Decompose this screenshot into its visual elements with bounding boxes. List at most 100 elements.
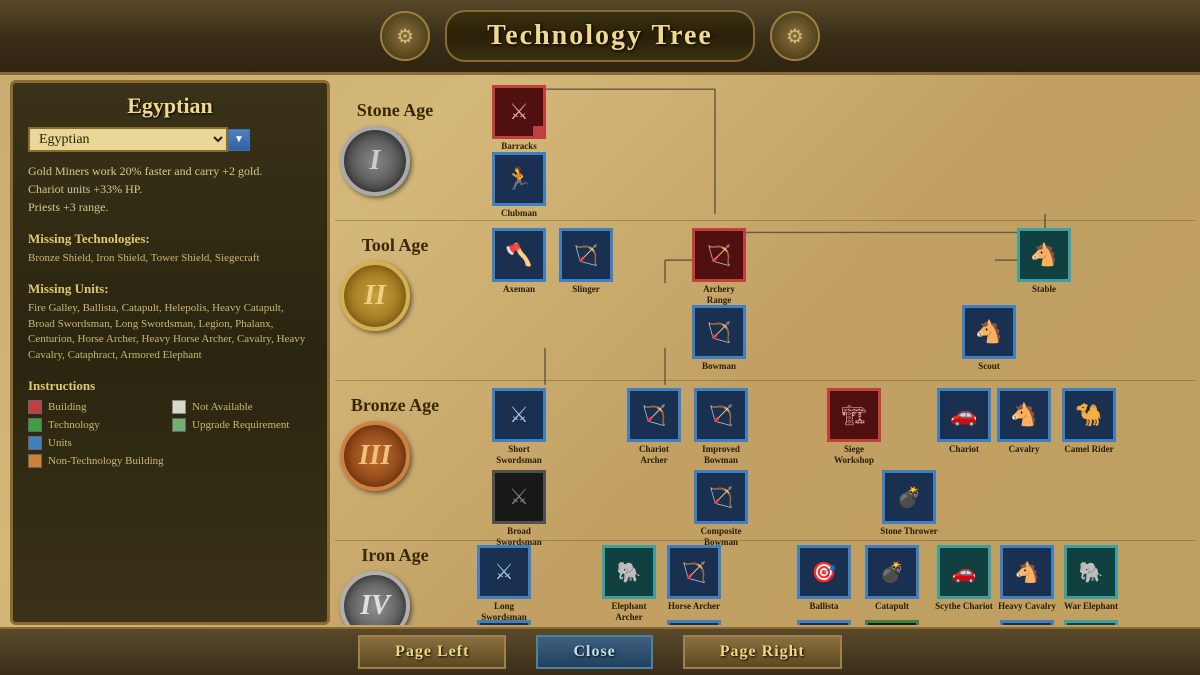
node-camel-rider[interactable]: 🐪 Camel Rider <box>1060 388 1118 455</box>
node-elephant-archer[interactable]: 🐘 Elephant Archer <box>600 545 658 623</box>
legend-nontech-label: Non-Technology Building <box>48 455 164 467</box>
node-war-elephant[interactable]: 🐘 War Elephant <box>1062 545 1120 612</box>
war-elephant-icon[interactable]: 🐘 <box>1064 545 1118 599</box>
siege-workshop-label: Siege Workshop <box>825 444 883 466</box>
node-scout[interactable]: 🐴 Scout <box>960 305 1018 372</box>
axeman-label: Axeman <box>503 284 535 295</box>
ornament-left: ⚙ <box>380 11 430 61</box>
cavalry-label: Cavalry <box>1009 444 1040 455</box>
siege-workshop-icon[interactable]: 🏗 <box>827 388 881 442</box>
broad-sword-icon[interactable]: ⚔ <box>492 470 546 524</box>
node-stone-thrower[interactable]: 💣 Stone Thrower <box>880 470 938 537</box>
legion-icon[interactable]: ⚔ <box>477 620 531 625</box>
cataphract-icon[interactable]: 🐴 <box>1000 620 1054 625</box>
stable-icon[interactable]: 🐴 <box>1017 228 1071 282</box>
catapult-icon[interactable]: 💣 <box>865 545 919 599</box>
node-cavalry[interactable]: 🐴 Cavalry <box>995 388 1053 455</box>
node-clubman[interactable]: 🏃 Clubman <box>490 152 548 219</box>
heavy-cavalry-icon[interactable]: 🐴 <box>1000 545 1054 599</box>
node-catapult[interactable]: 💣 Catapult <box>863 545 921 612</box>
node-legion[interactable]: ⚔ Legion <box>475 620 533 625</box>
scout-icon[interactable]: 🐴 <box>962 305 1016 359</box>
chariot-label: Chariot <box>949 444 979 455</box>
node-heavy-horse-archer[interactable]: 🏹 Heavy Horse Archer <box>665 620 723 625</box>
node-cataphract[interactable]: 🐴 Cataphract <box>998 620 1056 625</box>
civ-select[interactable]: Egyptian <box>28 127 228 152</box>
node-ballista[interactable]: 🎯 Ballista <box>795 545 853 612</box>
legend-technology-color <box>28 418 42 432</box>
legend-upgrade-color <box>172 418 186 432</box>
bronze-age-row: Bronze Age III ⚔ Short Swordsman 🏹 Chari… <box>335 380 1195 540</box>
node-chariot[interactable]: 🚗 Chariot <box>935 388 993 455</box>
page-title: Technology Tree <box>487 20 713 52</box>
clubman-label: Clubman <box>501 208 537 219</box>
node-stable[interactable]: 🐴 Stable <box>1015 228 1073 295</box>
node-long-sword[interactable]: ⚔ Long Swordsman <box>475 545 533 623</box>
horse-archer-icon[interactable]: 🏹 <box>667 545 721 599</box>
chariot-archer-icon[interactable]: 🏹 <box>627 388 681 442</box>
missing-tech-list: Bronze Shield, Iron Shield, Tower Shield… <box>28 251 312 266</box>
node-heavy-catapult[interactable]: 💣 Heavy Catapult <box>863 620 921 625</box>
civ-title: Egyptian <box>28 93 312 119</box>
node-scythe-chariot[interactable]: 🚗 Scythe Chariot <box>935 545 993 612</box>
node-bowman[interactable]: 🏹 Bowman <box>690 305 748 372</box>
legend-not-available-label: Not Available <box>192 401 253 413</box>
node-chariot-archer[interactable]: 🏹 Chariot Archer <box>625 388 683 466</box>
node-archery-range[interactable]: 🏹 Archery Range <box>690 228 748 306</box>
bowman-label: Bowman <box>702 361 736 372</box>
composite-bowman-icon[interactable]: 🏹 <box>694 470 748 524</box>
node-armored-elephant[interactable]: 🐘 Armored Elephant <box>1062 620 1120 625</box>
legend-not-available: Not Available <box>172 400 312 414</box>
chariot-icon[interactable]: 🚗 <box>937 388 991 442</box>
civ-dropdown-button[interactable]: ▼ <box>228 129 250 151</box>
long-sword-icon[interactable]: ⚔ <box>477 545 531 599</box>
clubman-icon[interactable]: 🏃 <box>492 152 546 206</box>
node-helepolis[interactable]: 🏗 Helepolis <box>795 620 853 625</box>
stone-thrower-icon[interactable]: 💣 <box>882 470 936 524</box>
bowman-icon[interactable]: 🏹 <box>692 305 746 359</box>
close-button[interactable]: Close <box>536 635 652 669</box>
chariot-archer-label: Chariot Archer <box>625 444 683 466</box>
war-elephant-label: War Elephant <box>1064 601 1118 612</box>
slinger-icon[interactable]: 🏹 <box>559 228 613 282</box>
iron-age-coin: IV <box>340 571 410 625</box>
elephant-archer-icon[interactable]: 🐘 <box>602 545 656 599</box>
ballista-label: Ballista <box>809 601 838 612</box>
armored-elephant-icon[interactable]: 🐘 <box>1064 620 1118 625</box>
node-slinger[interactable]: 🏹 Slinger <box>557 228 615 295</box>
heavy-catapult-icon[interactable]: 💣 <box>865 620 919 625</box>
short-sword-icon[interactable]: ⚔ <box>492 388 546 442</box>
axeman-icon[interactable]: 🪓 <box>492 228 546 282</box>
header: ⚙ Technology Tree ⚙ <box>0 0 1200 75</box>
heavy-horse-archer-icon[interactable]: 🏹 <box>667 620 721 625</box>
cavalry-icon[interactable]: 🐴 <box>997 388 1051 442</box>
scythe-chariot-icon[interactable]: 🚗 <box>937 545 991 599</box>
legend-units-label: Units <box>48 437 72 449</box>
title-box: Technology Tree <box>445 10 755 62</box>
page-left-button[interactable]: Page Left <box>358 635 506 669</box>
node-heavy-cavalry[interactable]: 🐴 Heavy Cavalry <box>998 545 1056 612</box>
page-right-button[interactable]: Page Right <box>683 635 842 669</box>
barracks-label: Barracks <box>501 141 537 152</box>
legend-grid: Building Not Available Technology Upgrad… <box>28 400 312 468</box>
helepolis-icon[interactable]: 🏗 <box>797 620 851 625</box>
node-improved-bowman[interactable]: 🏹 Improved Bowman <box>692 388 750 466</box>
stone-age-label-area: Stone Age I <box>340 100 450 196</box>
barracks-icon[interactable]: ⚔ <box>492 85 546 139</box>
node-siege-workshop[interactable]: 🏗 Siege Workshop <box>825 388 883 466</box>
node-short-sword[interactable]: ⚔ Short Swordsman <box>490 388 548 466</box>
node-axeman[interactable]: 🪓 Axeman <box>490 228 548 295</box>
node-broad-sword[interactable]: ⚔ Broad Swordsman <box>490 470 548 548</box>
left-panel: Egyptian Egyptian ▼ Gold Miners work 20%… <box>10 80 330 625</box>
archery-range-label: Archery Range <box>690 284 748 306</box>
node-composite-bowman[interactable]: 🏹 Composite Bowman <box>692 470 750 548</box>
camel-rider-icon[interactable]: 🐪 <box>1062 388 1116 442</box>
horse-archer-label: Horse Archer <box>668 601 720 612</box>
node-barracks[interactable]: ⚔ Barracks <box>490 85 548 152</box>
legend-building-color <box>28 400 42 414</box>
node-horse-archer[interactable]: 🏹 Horse Archer <box>665 545 723 612</box>
archery-range-icon[interactable]: 🏹 <box>692 228 746 282</box>
legend: Instructions Building Not Available Tech… <box>28 378 312 468</box>
ballista-icon[interactable]: 🎯 <box>797 545 851 599</box>
improved-bowman-icon[interactable]: 🏹 <box>694 388 748 442</box>
